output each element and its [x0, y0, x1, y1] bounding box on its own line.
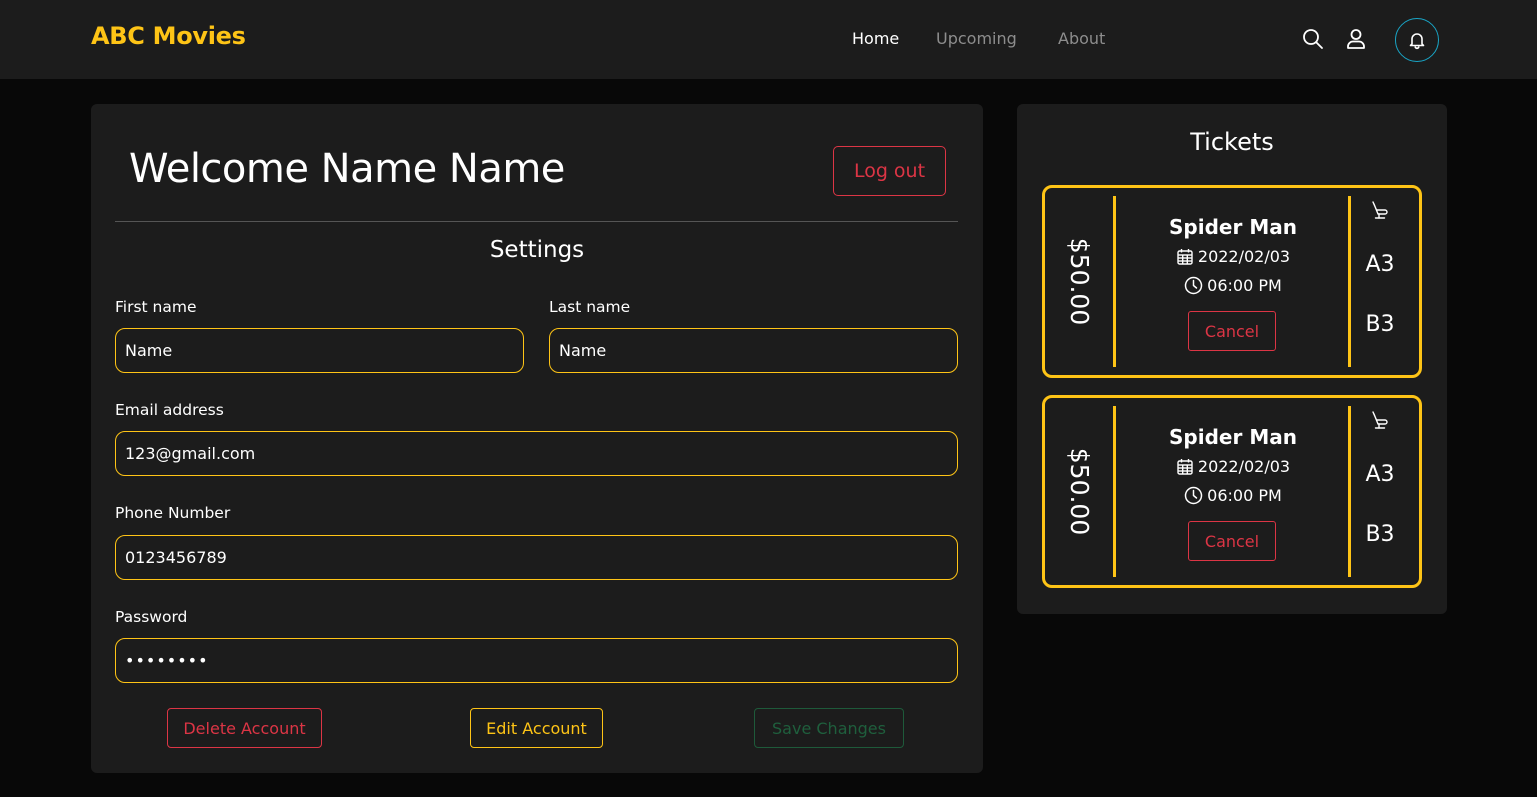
ticket-divider: [1113, 196, 1116, 367]
ticket-divider: [1113, 406, 1116, 577]
bell-icon: [1407, 30, 1427, 50]
calendar-icon: [1176, 458, 1194, 476]
ticket-date-text: 2022/02/03: [1197, 247, 1291, 266]
delete-account-button[interactable]: Delete Account: [167, 708, 322, 748]
clock-icon: [1184, 486, 1203, 505]
password-label: Password: [115, 608, 188, 626]
settings-title: Settings: [489, 237, 585, 263]
calendar-icon: [1176, 248, 1194, 266]
nav-about[interactable]: About: [1058, 29, 1105, 48]
logout-button[interactable]: Log out: [833, 146, 946, 196]
top-navbar: ABC Movies Home Upcoming About: [0, 0, 1537, 79]
ticket-price: $50.00: [1065, 447, 1095, 536]
ticket-seat: B3: [1365, 312, 1395, 337]
ticket-card: $50.00 Spider Man 2022/02/03 06:00 PM Ca…: [1042, 185, 1422, 378]
clock-icon: [1184, 276, 1203, 295]
seat-icon: [1369, 199, 1391, 221]
welcome-heading: Welcome Name Name: [129, 146, 565, 192]
last-name-input[interactable]: Name: [549, 328, 958, 373]
first-name-input[interactable]: Name: [115, 328, 524, 373]
ticket-divider: [1348, 196, 1351, 367]
nav-home[interactable]: Home: [852, 29, 899, 48]
password-input[interactable]: ••••••••: [115, 638, 958, 683]
email-input[interactable]: 123@gmail.com: [115, 431, 958, 476]
ticket-movie-title: Spider Man: [1169, 215, 1297, 239]
divider: [115, 221, 958, 222]
cancel-ticket-button[interactable]: Cancel: [1188, 521, 1276, 561]
tickets-title: Tickets: [1190, 128, 1274, 156]
tickets-panel: Tickets $50.00 Spider Man 2022/02/03 06:…: [1017, 104, 1447, 614]
ticket-date: 2022/02/03: [1118, 247, 1348, 266]
settings-panel: Welcome Name Name Log out Settings First…: [91, 104, 983, 773]
notifications-button[interactable]: [1395, 18, 1439, 62]
nav-upcoming[interactable]: Upcoming: [936, 29, 1017, 48]
phone-label: Phone Number: [115, 504, 231, 522]
ticket-movie-title: Spider Man: [1169, 425, 1297, 449]
seat-icon: [1369, 409, 1391, 431]
ticket-seat: A3: [1365, 252, 1395, 277]
ticket-time-text: 06:00 PM: [1207, 276, 1282, 295]
ticket-date: 2022/02/03: [1118, 457, 1348, 476]
ticket-card: $50.00 Spider Man 2022/02/03 06:00 PM Ca…: [1042, 395, 1422, 588]
save-changes-button[interactable]: Save Changes: [754, 708, 904, 748]
last-name-label: Last name: [549, 298, 631, 316]
phone-input[interactable]: 0123456789: [115, 535, 958, 580]
ticket-divider: [1348, 406, 1351, 577]
email-label: Email address: [115, 401, 224, 419]
ticket-seat: A3: [1365, 462, 1395, 487]
ticket-time-text: 06:00 PM: [1207, 486, 1282, 505]
ticket-date-text: 2022/02/03: [1197, 457, 1291, 476]
brand-logo[interactable]: ABC Movies: [91, 22, 246, 50]
user-icon[interactable]: [1344, 27, 1368, 51]
ticket-seat: B3: [1365, 522, 1395, 547]
ticket-time: 06:00 PM: [1118, 276, 1348, 295]
ticket-price: $50.00: [1065, 237, 1095, 326]
cancel-ticket-button[interactable]: Cancel: [1188, 311, 1276, 351]
ticket-time: 06:00 PM: [1118, 486, 1348, 505]
search-icon[interactable]: [1301, 27, 1325, 51]
edit-account-button[interactable]: Edit Account: [470, 708, 603, 748]
first-name-label: First name: [115, 298, 197, 316]
